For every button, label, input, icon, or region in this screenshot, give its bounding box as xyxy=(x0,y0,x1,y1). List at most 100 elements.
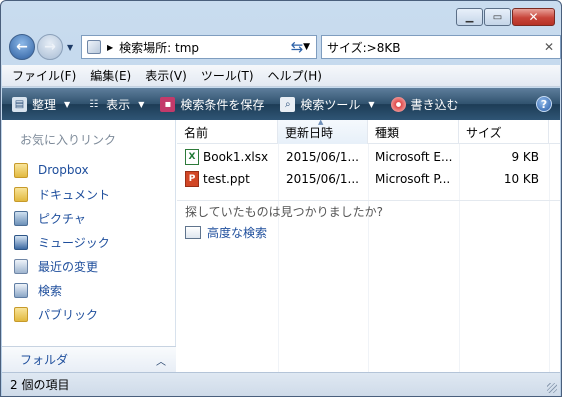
nav-item-label: ピクチャ xyxy=(38,211,86,226)
minimize-button[interactable]: ▁ xyxy=(456,8,483,26)
address-path[interactable]: 検索場所: tmp xyxy=(119,39,199,56)
favorites-header: お気に入りリンク xyxy=(20,133,117,147)
back-button[interactable]: ← xyxy=(9,34,35,60)
search-tools-label: 検索ツール xyxy=(300,97,361,112)
search-tools-icon: ⌕ xyxy=(280,96,296,112)
view-button[interactable]: ☷ 表示 ▼ xyxy=(86,96,144,113)
nav-item-label: ドキュメント xyxy=(38,187,111,202)
nav-item-label: 最近の変更 xyxy=(38,259,99,274)
nav-item-label: 検索 xyxy=(38,283,63,298)
file-name: Book1.xlsx xyxy=(203,150,269,164)
breadcrumb-chevron-icon[interactable]: ▶ xyxy=(107,43,113,52)
music-icon xyxy=(14,234,28,250)
advanced-search-link[interactable]: 高度な検索 xyxy=(185,224,267,241)
column-header-date[interactable]: ▲ 更新日時 xyxy=(278,118,368,144)
forward-button[interactable]: → xyxy=(37,34,63,60)
folders-label: フォルダ xyxy=(20,353,69,367)
file-size: 9 KB xyxy=(511,150,539,164)
organize-button[interactable]: ▤ 整理 ▼ xyxy=(12,96,70,113)
nav-item-documents[interactable]: ドキュメント xyxy=(14,182,110,206)
menu-bar: ファイル(F) 編集(E) 表示(V) ツール(T) ヘルプ(H) xyxy=(2,65,560,87)
menu-edit[interactable]: 編集(E) xyxy=(90,67,131,84)
column-label: 名前 xyxy=(184,125,209,140)
file-name-cell[interactable]: X Book1.xlsx xyxy=(177,149,278,165)
not-found-prompt: 探していたものは見つかりましたか? xyxy=(185,205,384,219)
views-icon: ☷ xyxy=(89,98,99,110)
column-header-size[interactable]: サイズ xyxy=(459,120,549,144)
sort-ascending-icon: ▲ xyxy=(318,118,324,126)
refresh-button[interactable]: ⇆ xyxy=(285,36,309,58)
search-folder-icon xyxy=(87,40,101,54)
menu-view[interactable]: 表示(V) xyxy=(145,67,187,84)
file-name-cell[interactable]: P test.ppt xyxy=(177,171,278,187)
advanced-search-label: 高度な検索 xyxy=(207,226,268,240)
navigation-pane: お気に入りリンク Dropbox ドキュメント ピクチャ ミュージック 最近の変… xyxy=(2,120,176,372)
file-date: 2015/06/1... xyxy=(286,150,359,164)
nav-item-dropbox[interactable]: Dropbox xyxy=(14,158,110,182)
powerpoint-file-icon: P xyxy=(185,171,199,187)
nav-item-recent-changes[interactable]: 最近の変更 xyxy=(14,254,110,278)
close-button[interactable]: ✕ xyxy=(512,8,555,26)
file-type: Microsoft E... xyxy=(375,150,453,164)
chevron-up-icon: ︿ xyxy=(156,357,166,368)
burn-disc-icon xyxy=(390,96,406,112)
folder-icon xyxy=(14,162,28,178)
favorites-list: Dropbox ドキュメント ピクチャ ミュージック 最近の変更 検索 パブリッ… xyxy=(14,158,110,326)
address-row: ← → ▼ ▶ 検索場所: tmp ▼ ⇆ サイズ:>8KB ✕ xyxy=(9,33,561,61)
organize-icon: ▤ xyxy=(12,96,27,112)
column-label: 更新日時 xyxy=(285,125,334,140)
excel-file-icon: X xyxy=(185,149,199,165)
chevron-down-icon: ▼ xyxy=(138,99,145,109)
menu-file[interactable]: ファイル(F) xyxy=(12,67,76,84)
column-header-type[interactable]: 種類 xyxy=(368,120,459,144)
item-count: 2 個の項目 xyxy=(10,378,70,392)
file-name: test.ppt xyxy=(203,172,250,186)
search-query: サイズ:>8KB xyxy=(327,40,401,55)
file-list-pane: 名前 ▲ 更新日時 種類 サイズ X Book1.xlsx 2015/06/1.… xyxy=(177,118,560,372)
status-bar: 2 個の項目 xyxy=(2,372,560,396)
search-input[interactable]: サイズ:>8KB ✕ xyxy=(321,35,561,59)
view-label: 表示 xyxy=(106,97,131,112)
address-bar[interactable]: ▶ 検索場所: tmp ▼ xyxy=(81,35,317,59)
save-search-label: 検索条件を保存 xyxy=(180,97,265,112)
chevron-down-icon: ▼ xyxy=(64,99,71,109)
file-row[interactable]: P test.ppt 2015/06/1... Microsoft P... 1… xyxy=(177,168,549,190)
advanced-search-icon xyxy=(185,226,201,239)
file-rows: X Book1.xlsx 2015/06/1... Microsoft E...… xyxy=(177,146,549,190)
recent-changes-icon xyxy=(14,258,28,274)
column-label: 種類 xyxy=(375,125,400,140)
recent-pages-dropdown[interactable]: ▼ xyxy=(67,43,73,52)
file-type: Microsoft P... xyxy=(375,172,451,186)
burn-label: 書き込む xyxy=(410,97,459,112)
nav-item-label: Dropbox xyxy=(38,163,89,177)
resize-grip-icon[interactable] xyxy=(547,383,557,393)
file-date: 2015/06/1... xyxy=(286,172,359,186)
nav-item-label: ミュージック xyxy=(38,235,110,250)
clear-search-icon[interactable]: ✕ xyxy=(544,40,554,54)
column-header-name[interactable]: 名前 xyxy=(177,120,278,144)
nav-item-music[interactable]: ミュージック xyxy=(14,230,110,254)
search-tools-button[interactable]: ⌕ 検索ツール ▼ xyxy=(280,96,375,113)
documents-icon xyxy=(14,186,28,202)
gridline xyxy=(549,144,550,372)
caption-buttons: ▁ ▭ ✕ xyxy=(455,8,555,26)
chevron-down-icon: ▼ xyxy=(368,99,375,109)
file-row[interactable]: X Book1.xlsx 2015/06/1... Microsoft E...… xyxy=(177,146,549,168)
command-toolbar: ▤ 整理 ▼ ☷ 表示 ▼ ▪ 検索条件を保存 ⌕ 検索ツール ▼ 書き込む ? xyxy=(2,88,560,120)
nav-item-pictures[interactable]: ピクチャ xyxy=(14,206,110,230)
save-icon: ▪ xyxy=(160,96,176,112)
menu-help[interactable]: ヘルプ(H) xyxy=(268,67,322,84)
maximize-button[interactable]: ▭ xyxy=(484,8,511,26)
public-folder-icon xyxy=(14,306,28,322)
help-icon[interactable]: ? xyxy=(536,96,552,112)
searches-icon xyxy=(14,282,28,298)
folders-toggle[interactable]: フォルダ ︿ xyxy=(2,346,176,372)
organize-label: 整理 xyxy=(32,97,57,112)
nav-item-public[interactable]: パブリック xyxy=(14,302,110,326)
menu-tools[interactable]: ツール(T) xyxy=(201,67,254,84)
nav-item-searches[interactable]: 検索 xyxy=(14,278,110,302)
explorer-window: ▁ ▭ ✕ ← → ▼ ▶ 検索場所: tmp ▼ ⇆ サイズ:>8KB ✕ フ… xyxy=(0,0,562,397)
burn-button[interactable]: 書き込む xyxy=(390,96,459,113)
save-search-button[interactable]: ▪ 検索条件を保存 xyxy=(160,96,264,113)
results-separator xyxy=(177,200,560,201)
